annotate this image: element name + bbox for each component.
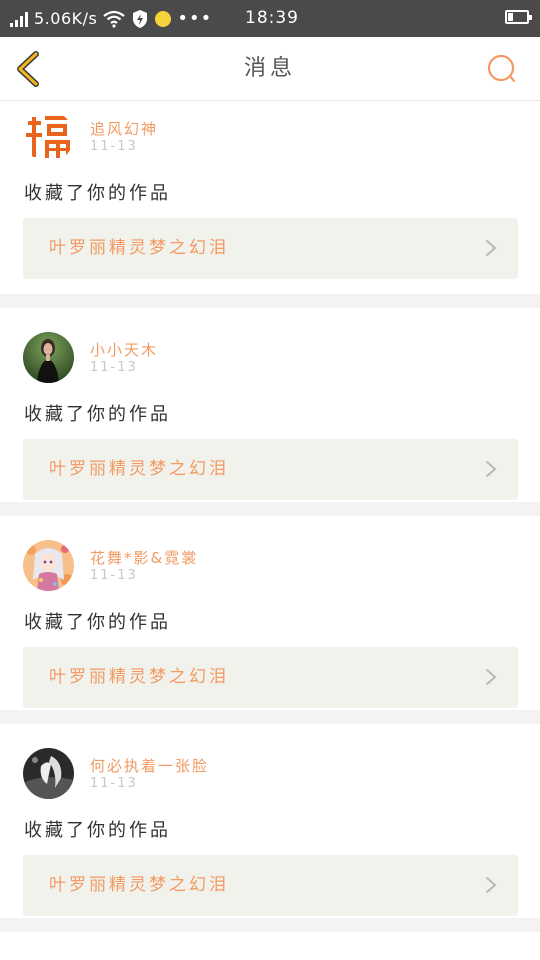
- notification-dot-icon: [155, 10, 172, 27]
- search-button[interactable]: [484, 51, 520, 87]
- divider: [0, 918, 540, 932]
- battery-icon: [505, 10, 532, 24]
- divider: [0, 502, 540, 516]
- work-link[interactable]: 叶罗丽精灵梦之幻泪: [23, 439, 518, 500]
- avatar[interactable]: [23, 111, 74, 162]
- more-dots-icon: •••: [177, 8, 213, 29]
- username[interactable]: 花舞*影&霓裳: [90, 547, 198, 568]
- dark-avatar-icon: [23, 748, 74, 799]
- chevron-right-icon: [486, 240, 497, 256]
- anime-avatar-icon: [23, 540, 74, 591]
- user-photo-icon: [23, 332, 74, 383]
- work-link[interactable]: 叶罗丽精灵梦之幻泪: [23, 855, 518, 916]
- divider: [0, 294, 540, 308]
- list-item: 小小天木 11-13 收藏了你的作品 叶罗丽精灵梦之幻泪: [0, 308, 540, 502]
- message-date: 11-13: [90, 776, 138, 791]
- divider: [0, 710, 540, 724]
- work-link[interactable]: 叶罗丽精灵梦之幻泪: [23, 218, 518, 279]
- clock: 18:39: [245, 8, 299, 28]
- message-date: 11-13: [90, 360, 138, 375]
- list-item: 追风幻神 11-13 收藏了你的作品 叶罗丽精灵梦之幻泪: [0, 101, 540, 294]
- signal-icon: [10, 11, 28, 27]
- message-date: 11-13: [90, 139, 138, 154]
- username[interactable]: 何必执着一张脸: [90, 755, 209, 776]
- page-title: 消息: [243, 56, 296, 81]
- status-left: 5.06K/s •••: [10, 0, 212, 37]
- username[interactable]: 追风幻神: [90, 118, 158, 139]
- avatar[interactable]: [23, 540, 74, 591]
- action-text: 收藏了你的作品: [24, 820, 171, 841]
- work-title: 叶罗丽精灵梦之幻泪: [49, 459, 229, 479]
- message-list: 追风幻神 11-13 收藏了你的作品 叶罗丽精灵梦之幻泪 小小天木 11-13 …: [0, 101, 540, 932]
- action-text: 收藏了你的作品: [24, 612, 171, 633]
- avatar[interactable]: [23, 748, 74, 799]
- chevron-right-icon: [486, 669, 497, 685]
- wifi-icon: [103, 10, 126, 28]
- shield-icon: [133, 9, 148, 28]
- work-title: 叶罗丽精灵梦之幻泪: [49, 667, 229, 687]
- chevron-right-icon: [486, 461, 497, 477]
- username[interactable]: 小小天木: [90, 339, 158, 360]
- action-text: 收藏了你的作品: [24, 183, 171, 204]
- status-bar: 5.06K/s ••• 18:39: [0, 0, 540, 37]
- screen: 5.06K/s ••• 18:39 消息 追风幻神 11-13 收藏了你的作品 …: [0, 0, 540, 960]
- list-item: 何必执着一张脸 11-13 收藏了你的作品 叶罗丽精灵梦之幻泪: [0, 724, 540, 918]
- work-title: 叶罗丽精灵梦之幻泪: [49, 238, 229, 258]
- search-icon: [487, 54, 516, 83]
- list-item: 花舞*影&霓裳 11-13 收藏了你的作品 叶罗丽精灵梦之幻泪: [0, 516, 540, 710]
- header: 消息: [0, 37, 540, 101]
- action-text: 收藏了你的作品: [24, 404, 171, 425]
- avatar[interactable]: [23, 332, 74, 383]
- network-speed: 5.06K/s: [34, 9, 98, 28]
- work-link[interactable]: 叶罗丽精灵梦之幻泪: [23, 647, 518, 708]
- fu-seal-icon: [23, 111, 74, 162]
- work-title: 叶罗丽精灵梦之幻泪: [49, 875, 229, 895]
- message-date: 11-13: [90, 568, 138, 583]
- chevron-right-icon: [486, 877, 497, 893]
